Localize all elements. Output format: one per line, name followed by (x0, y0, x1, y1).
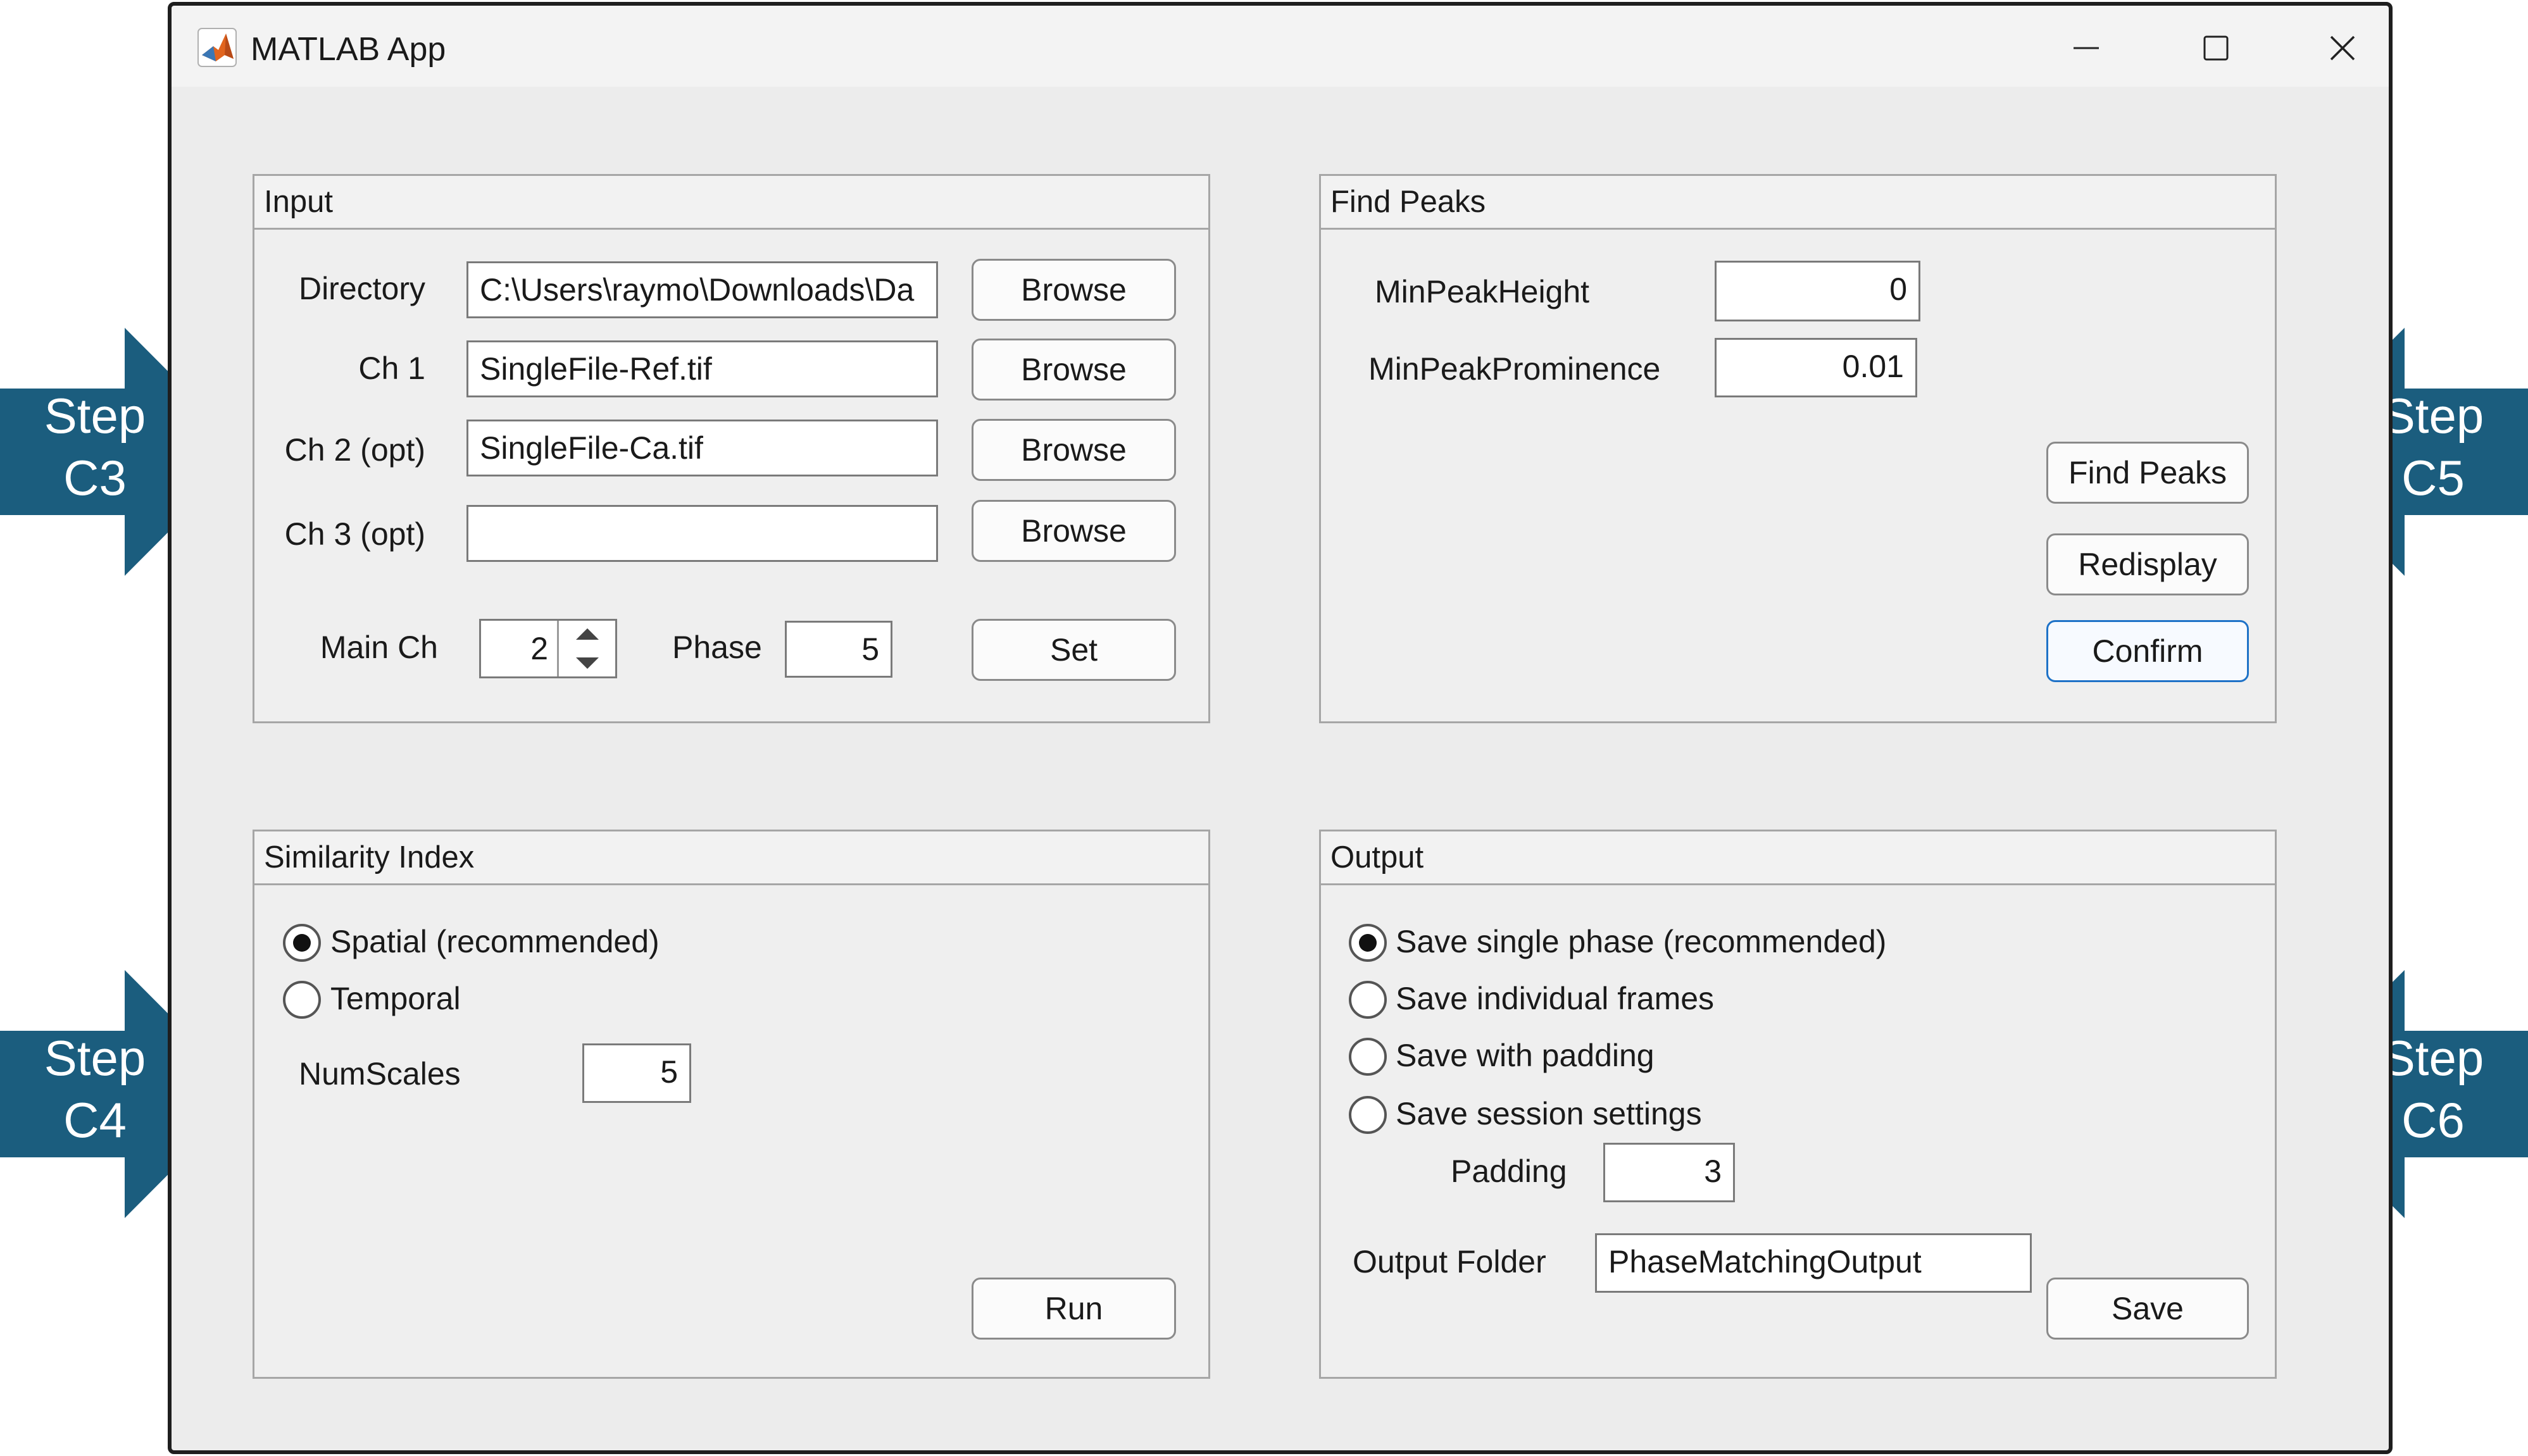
title-bar[interactable]: MATLAB App (172, 6, 2389, 87)
app-window: MATLAB App Input Directory C:\Users\raym… (168, 2, 2393, 1454)
min-peak-height-field[interactable]: 0 (1715, 261, 1920, 321)
input-panel: Input Directory C:\Users\raymo\Downloads… (253, 174, 1210, 723)
redisplay-button[interactable]: Redisplay (2046, 533, 2249, 595)
spinner-up-icon[interactable] (576, 628, 599, 640)
directory-field[interactable]: C:\Users\raymo\Downloads\Da (466, 261, 938, 318)
save-with-padding-label[interactable]: Save with padding (1396, 1036, 1655, 1074)
padding-field[interactable]: 3 (1603, 1143, 1735, 1202)
save-single-phase-radio[interactable] (1349, 924, 1387, 962)
close-button[interactable] (2308, 20, 2377, 77)
similarity-index-panel: Similarity Index Spatial (recommended) T… (253, 830, 1210, 1379)
save-single-phase-label[interactable]: Save single phase (recommended) (1396, 923, 1886, 961)
main-ch-spinner[interactable]: 2 (479, 619, 617, 678)
phase-field[interactable]: 5 (785, 621, 892, 678)
browse-ch2-button[interactable]: Browse (972, 419, 1176, 481)
minimize-icon (2074, 47, 2099, 49)
min-peak-height-label: MinPeakHeight (1375, 274, 1590, 309)
confirm-button[interactable]: Confirm (2046, 620, 2249, 682)
save-individual-frames-radio[interactable] (1349, 981, 1387, 1019)
save-individual-frames-label[interactable]: Save individual frames (1396, 980, 1714, 1017)
browse-ch1-button[interactable]: Browse (972, 339, 1176, 401)
phase-label: Phase (672, 630, 762, 665)
spinner-divider (557, 621, 559, 676)
save-with-padding-radio[interactable] (1349, 1038, 1387, 1076)
ch1-field[interactable]: SingleFile-Ref.tif (466, 340, 938, 397)
output-panel-header: Output (1321, 831, 2275, 885)
padding-label: Padding (1451, 1154, 1567, 1189)
panel-title: Similarity Index (264, 840, 475, 874)
matlab-icon (197, 28, 237, 67)
panel-title: Input (264, 185, 333, 219)
num-scales-field[interactable]: 5 (582, 1043, 691, 1103)
maximize-icon (2203, 35, 2229, 61)
ch2-label: Ch 2 (opt) (284, 432, 425, 468)
spinner-down-icon[interactable] (576, 657, 599, 669)
panel-title: Find Peaks (1330, 185, 1486, 219)
spatial-option-label[interactable]: Spatial (recommended) (330, 923, 660, 961)
output-panel: Output Save single phase (recommended) S… (1319, 830, 2277, 1379)
main-ch-label: Main Ch (320, 630, 438, 665)
directory-label: Directory (298, 271, 425, 306)
panel-title: Output (1330, 840, 1424, 874)
similarity-panel-header: Similarity Index (254, 831, 1208, 885)
ch3-field[interactable] (466, 505, 938, 562)
save-button[interactable]: Save (2046, 1278, 2249, 1340)
spatial-radio[interactable] (283, 924, 321, 962)
temporal-option-label[interactable]: Temporal (330, 980, 461, 1017)
num-scales-label: NumScales (299, 1056, 461, 1092)
ch2-field[interactable]: SingleFile-Ca.tif (466, 420, 938, 476)
maximize-button[interactable] (2181, 20, 2251, 77)
find-peaks-panel-header: Find Peaks (1321, 176, 2275, 230)
step-label-c3: Step C3 (44, 388, 146, 506)
step-label-c4: Step C4 (44, 1030, 146, 1148)
ch3-label: Ch 3 (opt) (284, 516, 425, 552)
save-session-settings-radio[interactable] (1349, 1096, 1387, 1134)
min-peak-prominence-field[interactable]: 0.01 (1715, 338, 1917, 397)
browse-directory-button[interactable]: Browse (972, 259, 1176, 321)
find-peaks-button[interactable]: Find Peaks (2046, 442, 2249, 504)
output-folder-field[interactable]: PhaseMatchingOutput (1595, 1233, 2032, 1293)
output-folder-label: Output Folder (1353, 1244, 1546, 1279)
set-button[interactable]: Set (972, 619, 1176, 681)
run-button[interactable]: Run (972, 1278, 1176, 1340)
close-icon (2330, 35, 2355, 61)
temporal-radio[interactable] (283, 981, 321, 1019)
input-panel-header: Input (254, 176, 1208, 230)
min-peak-prominence-label: MinPeakProminence (1368, 351, 1661, 387)
main-ch-value[interactable]: 2 (481, 621, 557, 676)
save-session-settings-label[interactable]: Save session settings (1396, 1095, 1702, 1133)
window-title: MATLAB App (251, 31, 446, 68)
find-peaks-panel: Find Peaks MinPeakHeight 0 MinPeakPromin… (1319, 174, 2277, 723)
browse-ch3-button[interactable]: Browse (972, 500, 1176, 562)
ch1-label: Ch 1 (358, 351, 425, 386)
minimize-button[interactable] (2051, 20, 2121, 77)
